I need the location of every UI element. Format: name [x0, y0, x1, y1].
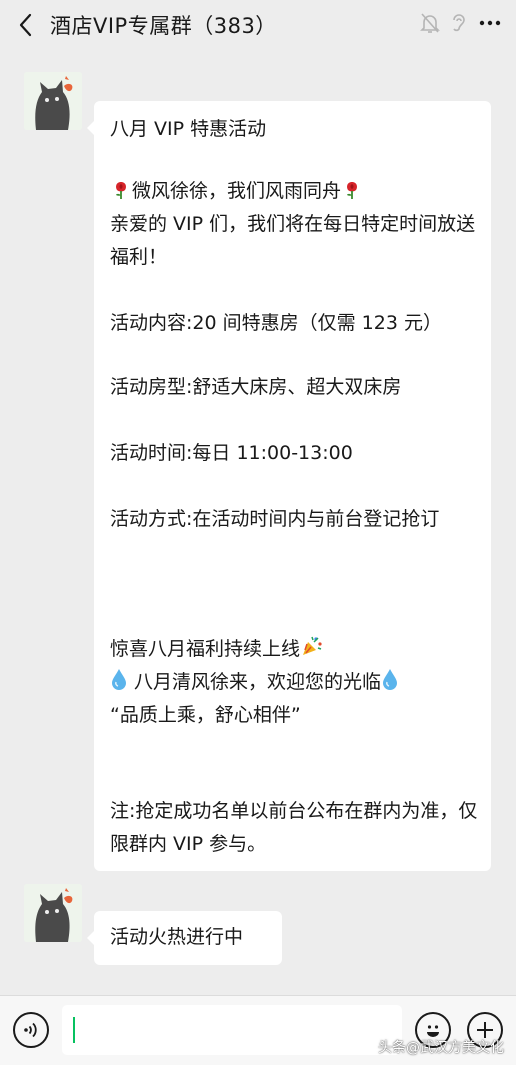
watermark: 头条@武汉方美文化 [378, 1040, 504, 1056]
droplet-emoji-icon [112, 669, 126, 690]
voice-icon [24, 1022, 37, 1038]
message-text: 微风徐徐，我们风雨同舟 [132, 180, 342, 202]
voice-button[interactable] [13, 1012, 49, 1048]
message-input[interactable] [62, 1005, 402, 1055]
cat-avatar-icon [24, 72, 82, 130]
chat-header: 酒店VIP专属群（383） [0, 0, 516, 50]
message-line: 亲爱的 VIP 们，我们将在每日特定时间放送福利！ [110, 213, 476, 268]
message-line: 活动时间:每日 11:00-13:00 [110, 442, 353, 464]
message-line: 注:抢定成功名单以前台公布在群内为准，仅限群内 VIP 参与。 [110, 800, 478, 855]
message-text: 八月清风徐来，欢迎您的光临 [134, 671, 382, 693]
message-line: 微风徐徐，我们风雨同舟 [110, 175, 479, 208]
message-line: 活动内容:20 间特惠房（仅需 123 元） [110, 312, 442, 334]
message-text: 惊喜八月福利持续上线 [110, 638, 301, 660]
mute-bell-icon [420, 12, 440, 34]
faded-line: ----------- [110, 580, 220, 588]
message-line: 惊喜八月福利持续上线 [110, 633, 479, 666]
rose-emoji-icon [347, 182, 357, 199]
avatar[interactable] [24, 72, 82, 130]
party-popper-emoji-icon [303, 636, 322, 655]
more-icon[interactable] [478, 12, 502, 34]
rose-emoji-icon [116, 182, 126, 199]
text-caret [73, 1017, 75, 1043]
avatar[interactable] [24, 884, 82, 942]
message-bubble[interactable]: 八月 VIP 特惠活动 微风徐徐，我们风雨同舟 亲爱的 VIP 们，我们将在每日… [87, 101, 491, 871]
message-line: 八月 VIP 特惠活动 [110, 118, 267, 140]
message-line: 活动方式:在活动时间内与前台登记抢订 [110, 508, 440, 530]
droplet-emoji-icon [383, 669, 398, 690]
chat-title: 酒店VIP专属群（383） [50, 14, 277, 38]
message-bubble[interactable]: 活动火热进行中 [87, 911, 282, 965]
cat-avatar-icon [24, 884, 82, 942]
message-line: 活动房型:舒适大床房、超大双床房 [110, 376, 402, 398]
back-button[interactable] [0, 0, 50, 50]
message-text: 活动火热进行中 [110, 926, 244, 948]
back-chevron-icon [19, 13, 32, 37]
message-line: “品质上乘，舒心相伴” [110, 704, 301, 726]
message-line: 八月清风徐来，欢迎您的光临 [110, 666, 479, 699]
ear-icon [450, 12, 468, 34]
